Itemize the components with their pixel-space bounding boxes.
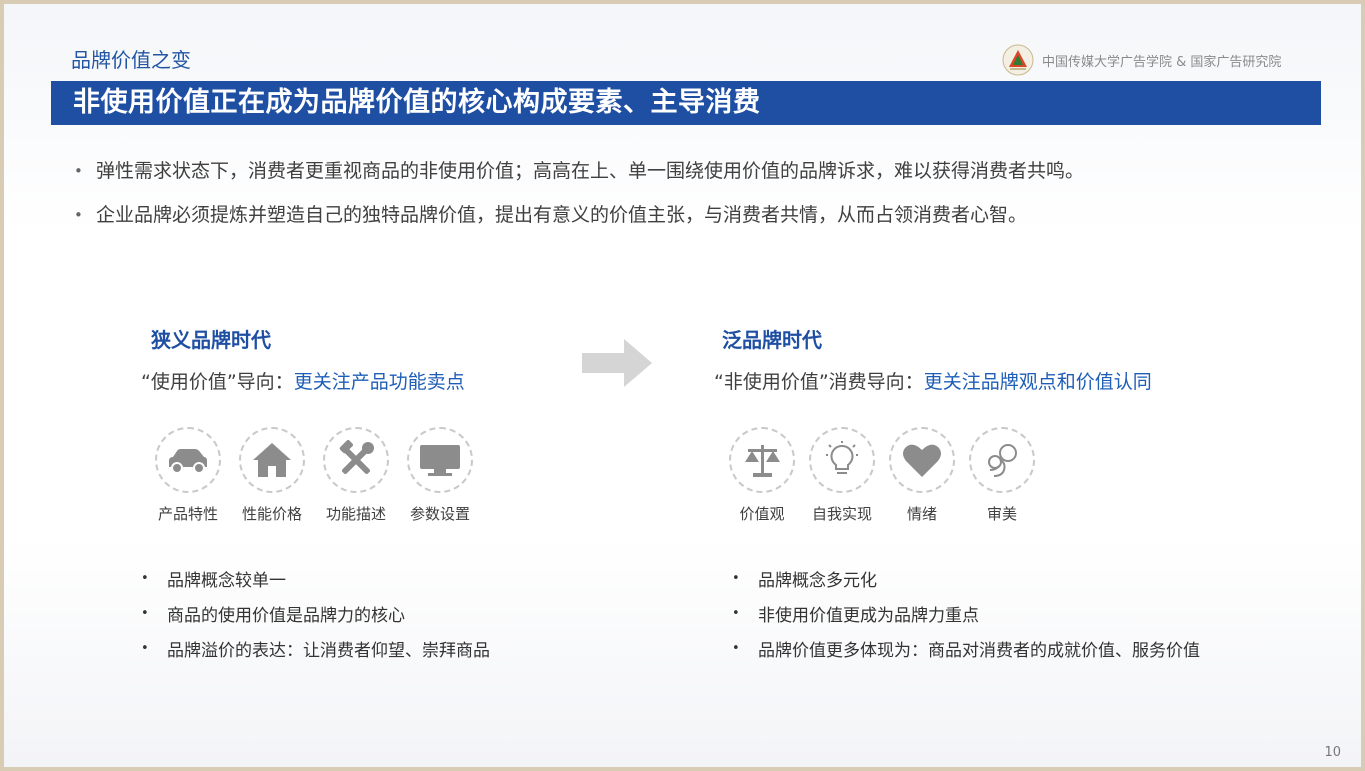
list-item: • 商品的使用价值是品牌力的核心 <box>141 596 490 631</box>
list-item-text: 商品的使用价值是品牌力的核心 <box>167 606 405 626</box>
org-header: 中国传媒大学广告学院 & 国家广告研究院 <box>1002 44 1281 76</box>
intro-bullet-text: 企业品牌必须提炼并塑造自己的独特品牌价值，提出有意义的价值主张，与消费者共情，从… <box>96 204 1028 226</box>
icon-label: 性能价格 <box>241 505 302 523</box>
icon-item: 参数设置 <box>406 427 474 524</box>
list-item-text: 品牌价值更多体现为：商品对消费者的成就价值、服务价值 <box>758 641 1200 661</box>
house-icon <box>253 443 291 477</box>
left-subtitle-highlight: 更关注产品功能卖点 <box>293 371 465 393</box>
icon-label: 产品特性 <box>157 505 218 523</box>
list-item-text: 品牌概念较单一 <box>167 571 286 591</box>
icon-item: 情绪 <box>888 427 956 524</box>
section-label: 品牌价值之变 <box>71 48 191 72</box>
icon-label: 情绪 <box>906 505 937 523</box>
list-item: • 品牌价值更多体现为：商品对消费者的成就价值、服务价值 <box>732 631 1200 666</box>
page-number: 10 <box>1324 745 1341 760</box>
lightbulb-icon <box>826 441 858 474</box>
heart-icon <box>903 444 941 477</box>
list-item: • 品牌溢价的表达：让消费者仰望、崇拜商品 <box>141 631 490 666</box>
icon-circle <box>239 427 305 493</box>
icon-label: 自我实现 <box>811 505 872 523</box>
bullet-dot-icon: • <box>732 641 740 656</box>
intro-bullets: • 弹性需求状态下，消费者更重视商品的非使用价值；高高在上、单一围绕使用价值的品… <box>74 156 1084 244</box>
bullet-dot-icon: • <box>732 571 740 586</box>
list-item: • 品牌概念较单一 <box>141 561 490 596</box>
flower-icon <box>988 444 1017 477</box>
org-text: 中国传媒大学广告学院 & 国家广告研究院 <box>1042 54 1282 70</box>
icon-item: 价值观 <box>728 427 796 524</box>
right-column-subtitle: “非使用价值”消费导向：更关注品牌观点和价值认同 <box>714 367 1152 394</box>
bullet-dot-icon: • <box>141 606 149 621</box>
icon-item: 产品特性 <box>154 427 222 524</box>
right-column-title: 泛品牌时代 <box>722 328 822 352</box>
list-item: • 品牌概念多元化 <box>732 561 1200 596</box>
scale-icon <box>745 445 780 477</box>
icon-label: 功能描述 <box>325 505 386 523</box>
left-icon-row: 产品特性 性能价格 功能描述 参数设置 <box>154 427 474 524</box>
left-column-title: 狭义品牌时代 <box>151 328 271 352</box>
bullet-dot-icon: • <box>732 606 740 621</box>
icon-circle <box>889 427 955 493</box>
icon-item: 自我实现 <box>808 427 876 524</box>
tools-icon <box>339 440 374 475</box>
icon-circle <box>155 427 221 493</box>
right-subtitle-highlight: 更关注品牌观点和价值认同 <box>923 371 1152 393</box>
icon-circle <box>407 427 473 493</box>
icon-item: 性能价格 <box>238 427 306 524</box>
icon-circle <box>809 427 875 493</box>
left-column-subtitle: “使用价值”导向：更关注产品功能卖点 <box>141 367 465 394</box>
left-subtitle-prefix: “使用价值”导向： <box>141 371 294 393</box>
right-bullet-list: • 品牌概念多元化 • 非使用价值更成为品牌力重点 • 品牌价值更多体现为：商品对消费… <box>732 561 1200 666</box>
right-subtitle-prefix: “非使用价值”消费导向： <box>714 371 924 393</box>
intro-bullet: • 弹性需求状态下，消费者更重视商品的非使用价值；高高在上、单一围绕使用价值的品… <box>74 156 1084 200</box>
bullet-dot-icon: • <box>74 206 83 224</box>
intro-bullet: • 企业品牌必须提炼并塑造自己的独特品牌价值，提出有意义的价值主张，与消费者共情… <box>74 200 1084 244</box>
icon-item: 功能描述 <box>322 427 390 524</box>
bullet-dot-icon: • <box>141 571 149 586</box>
car-icon <box>169 449 207 474</box>
intro-bullet-text: 弹性需求状态下，消费者更重视商品的非使用价值；高高在上、单一围绕使用价值的品牌诉… <box>96 160 1085 182</box>
list-item-text: 品牌溢价的表达：让消费者仰望、崇拜商品 <box>167 641 490 661</box>
bullet-dot-icon: • <box>74 162 83 180</box>
icon-circle <box>323 427 389 493</box>
monitor-icon <box>420 445 460 476</box>
right-arrow-icon <box>582 339 652 387</box>
slide-frame: 品牌价值之变 中国传媒大学广告学院 & 国家广告研究院 非使用价值正在成为品牌价… <box>0 0 1365 771</box>
icon-label: 审美 <box>986 505 1017 523</box>
icon-circle <box>969 427 1035 493</box>
icon-circle <box>729 427 795 493</box>
icon-item: 审美 <box>968 427 1036 524</box>
bullet-dot-icon: • <box>141 641 149 656</box>
list-item: • 非使用价值更成为品牌力重点 <box>732 596 1200 631</box>
list-item-text: 非使用价值更成为品牌力重点 <box>758 606 979 626</box>
title-banner: 非使用价值正在成为品牌价值的核心构成要素、主导消费 <box>51 81 1321 125</box>
list-item-text: 品牌概念多元化 <box>758 571 877 591</box>
icon-label: 参数设置 <box>409 505 470 523</box>
right-icon-row: 价值观 自我实现 情绪 审美 <box>728 427 1036 524</box>
icon-label: 价值观 <box>739 505 785 523</box>
left-bullet-list: • 品牌概念较单一 • 商品的使用价值是品牌力的核心 • 品牌溢价的表达：让消费者仰望… <box>141 561 490 666</box>
university-logo-icon <box>1002 44 1034 76</box>
